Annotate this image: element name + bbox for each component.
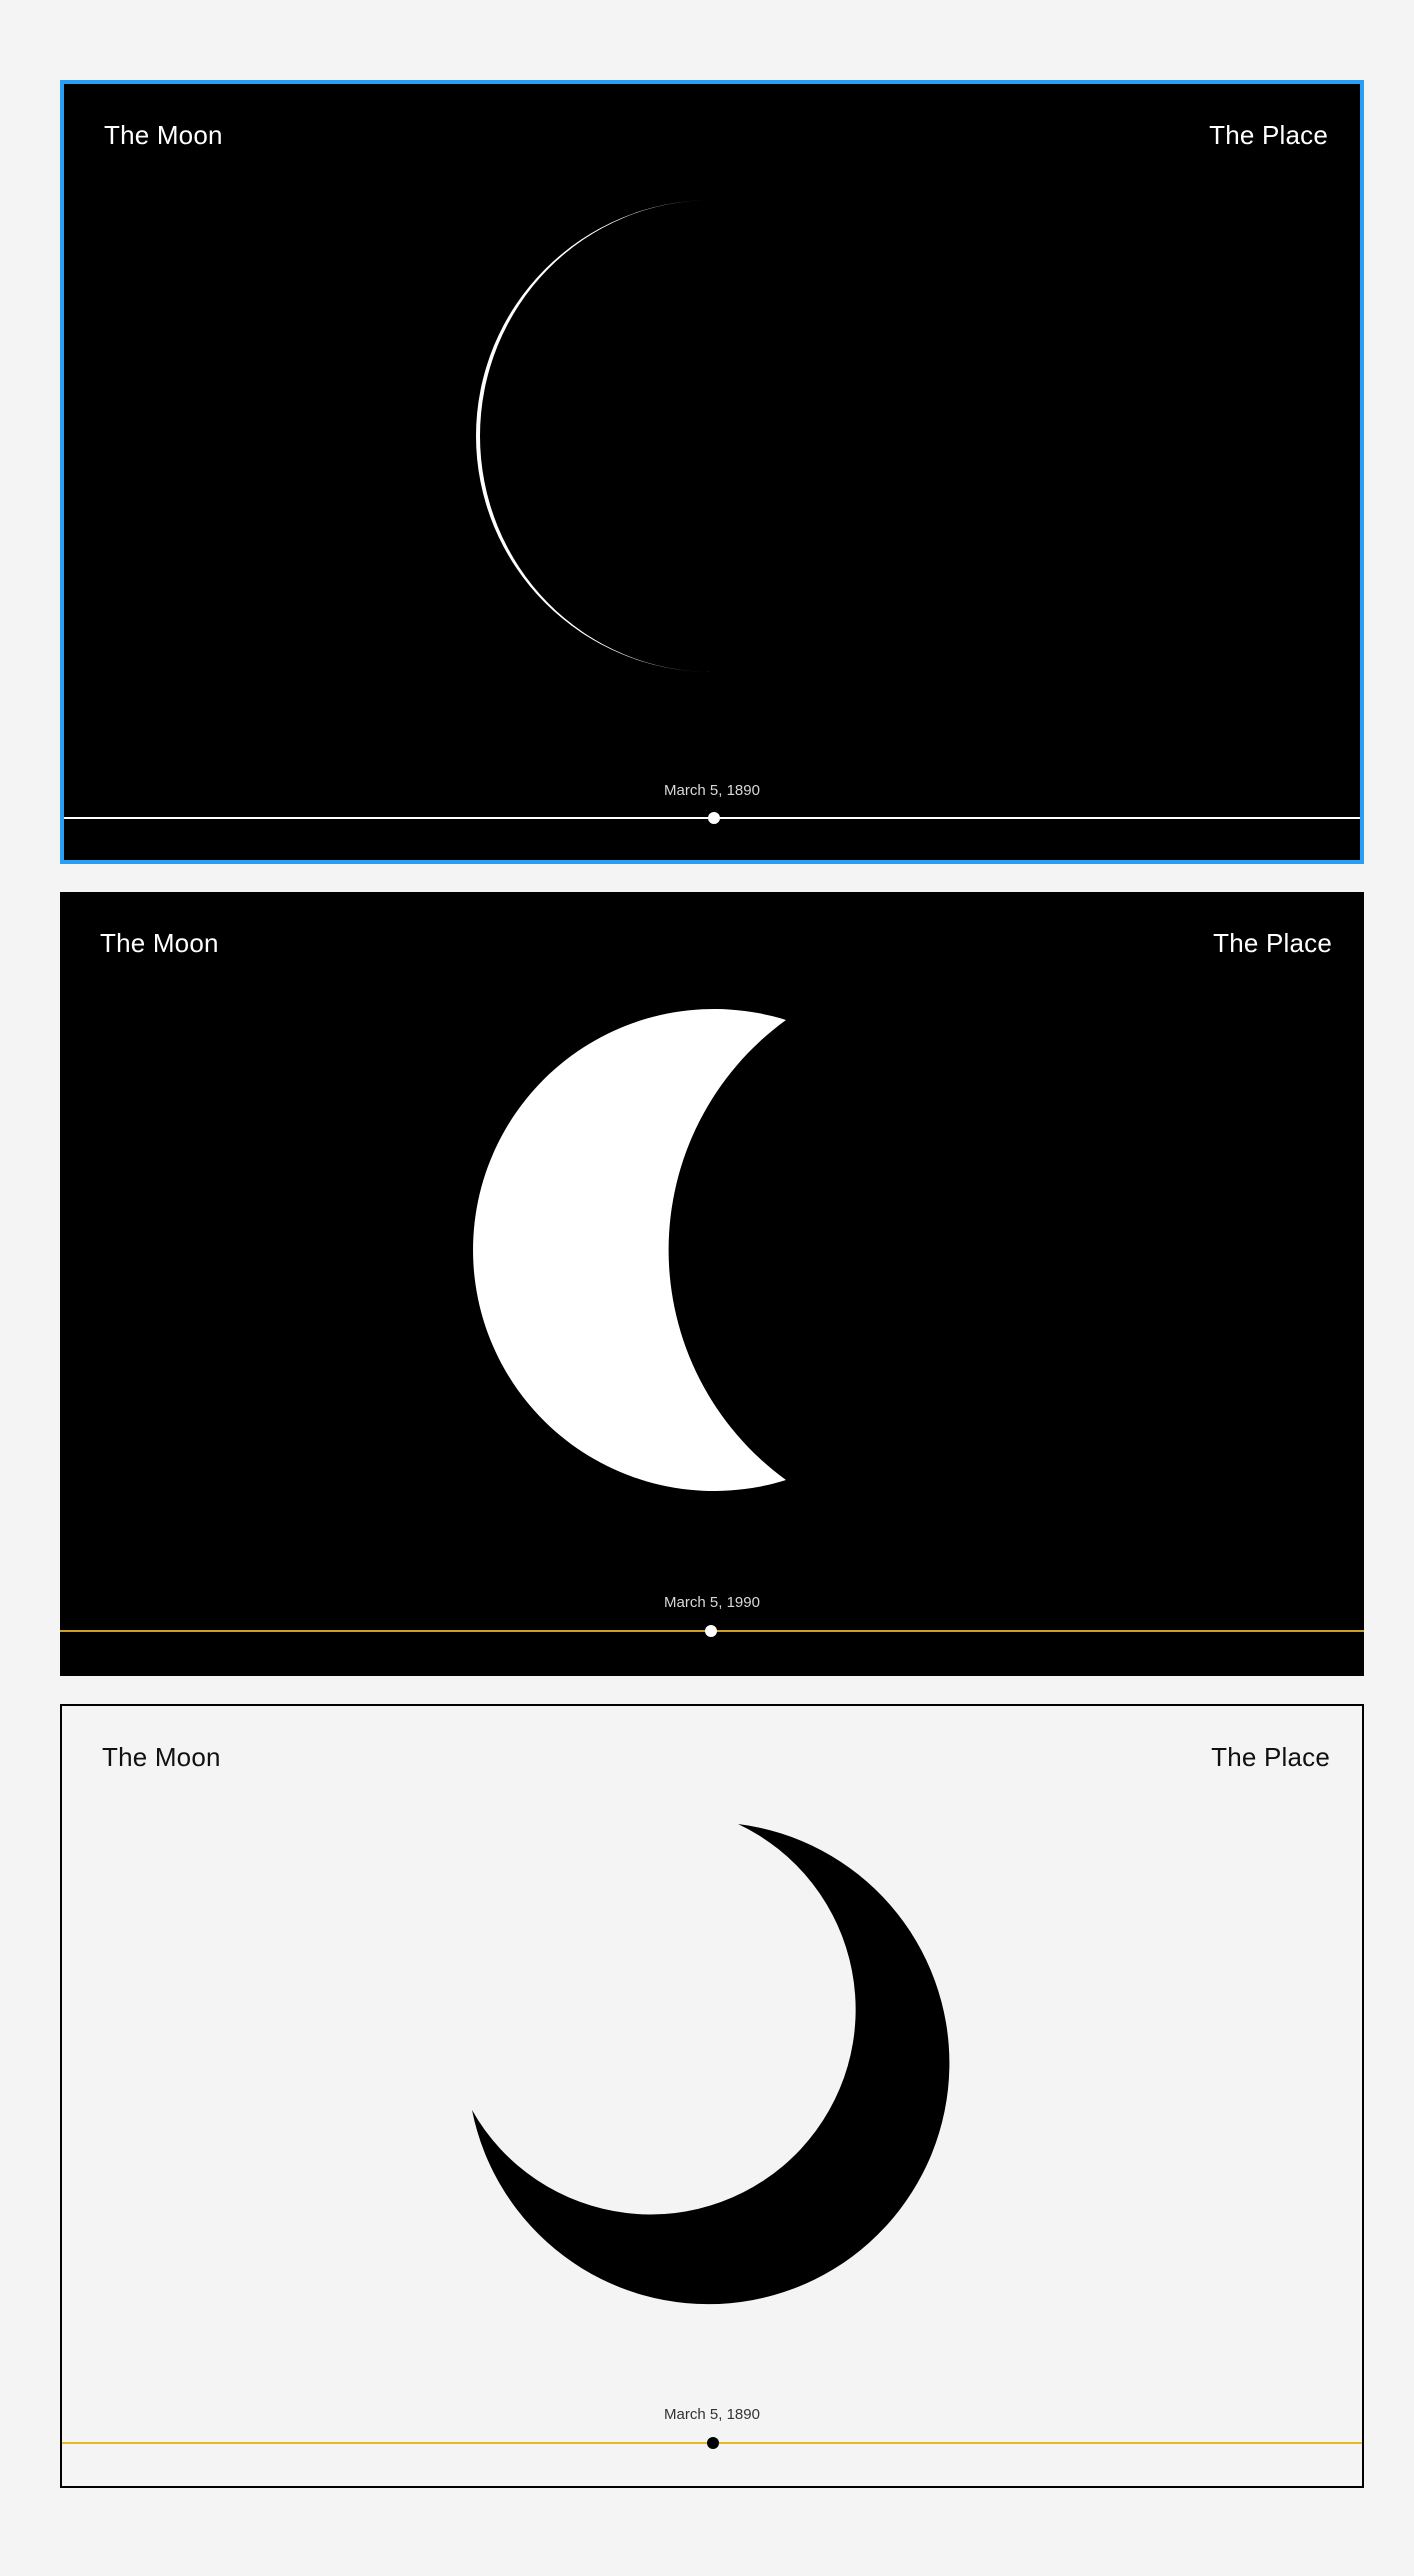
moon-card-2[interactable]: The Moon The Place March 5, 1990 [60, 892, 1364, 1676]
moon-phase-graphic [476, 200, 712, 672]
date-label: March 5, 1990 [664, 1594, 760, 1611]
moon-card-3[interactable]: The Moon The Place March 5, 1890 [60, 1704, 1364, 2488]
date-label: March 5, 1890 [664, 782, 760, 799]
date-label: March 5, 1890 [664, 2406, 760, 2423]
timeline-handle[interactable] [705, 1625, 717, 1637]
moon-card-1[interactable]: The Moon The Place March 5, 1890 [60, 80, 1364, 864]
timeline-handle[interactable] [708, 812, 720, 824]
moon-phase-graphic [473, 1009, 786, 1491]
moon-phase-graphic [472, 1824, 950, 2305]
timeline-handle[interactable] [707, 2437, 719, 2449]
